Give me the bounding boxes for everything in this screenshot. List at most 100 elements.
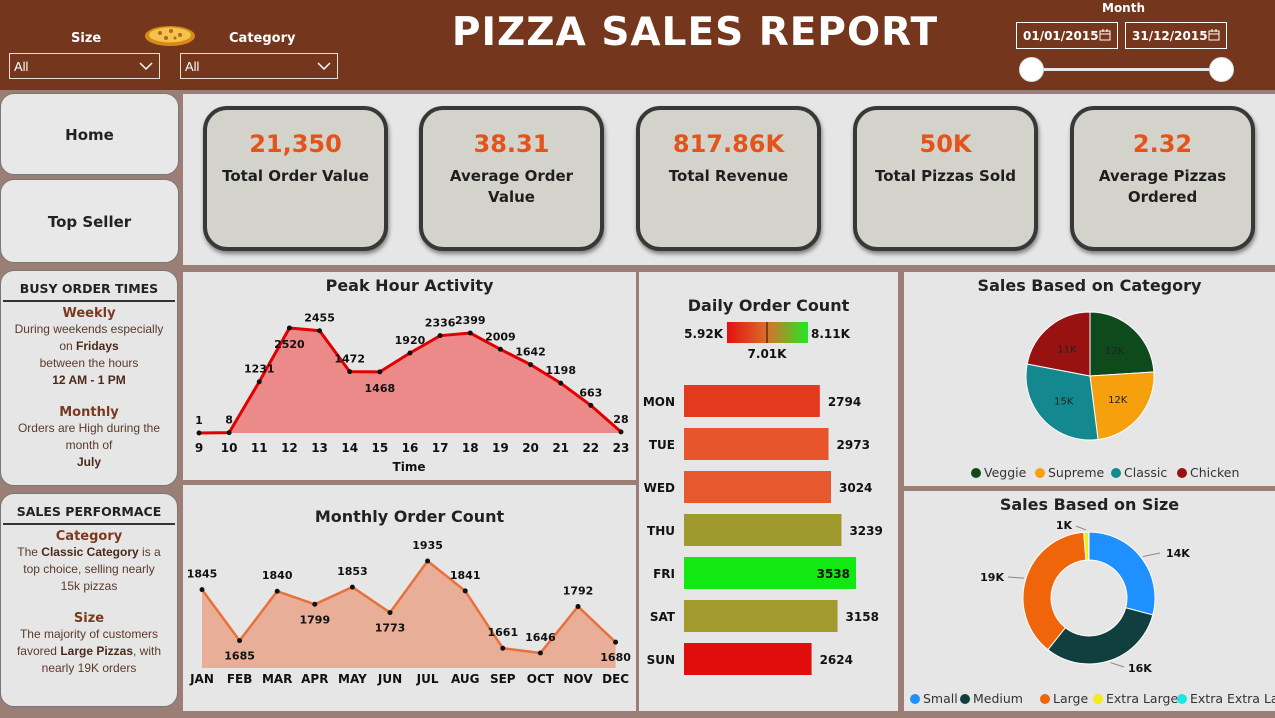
monthly-order-tick-label: JAN [189,672,214,686]
daily-order-bar [684,643,812,675]
peak-hour-point [347,369,353,375]
peak-hour-data-label: 1 [195,414,203,427]
peak-hour-data-label: 1642 [515,346,546,359]
monthly-order-data-label: 1799 [299,613,330,626]
monthly-order-panel: Monthly Order Count 1845 JAN 1685 FEB 1840 MA… [183,485,636,711]
peak-hour-point [256,379,262,385]
peak-hour-tick-label: 20 [522,441,539,455]
weekly-line-1: During weekends especially [14,322,164,336]
size-donut-value-label: 14K [1166,547,1190,560]
peak-hour-x-axis-label: Time [393,460,426,474]
category-pie-slice [1089,311,1155,377]
date-range-start-handle[interactable] [1019,57,1044,82]
category-pie-legend-marker [1035,468,1045,478]
size-donut-value-label: 16K [1128,662,1152,675]
monthly-order-tick-label: OCT [527,672,555,686]
category-dropdown[interactable]: All [180,53,338,79]
monthly-order-data-label: 1845 [187,568,218,581]
daily-order-day-label: THU [647,524,675,538]
peak-hour-point [497,346,503,352]
peak-hour-tick-label: 23 [613,441,630,455]
monthly-order-point [387,610,393,616]
peak-hour-point [317,328,323,334]
peak-hour-data-label: 2455 [304,312,335,325]
monthly-order-point [199,587,205,593]
kpi-label: Average Pizzas Ordered [1098,167,1227,206]
category-pie-legend-label: Supreme [1048,465,1105,480]
monthly-order-tick-label: AUG [451,672,480,686]
daily-order-bar [684,385,820,417]
home-button[interactable]: Home [0,93,179,175]
monthly-order-tick-label: SEP [490,672,516,686]
peak-hour-point [377,369,383,375]
end-date-input[interactable]: 31/12/2015 [1125,22,1227,49]
weekly-highlight-day: Fridays [76,339,119,353]
monthly-order-point [500,645,506,651]
category-filter-label: Category [229,31,296,46]
size-donut-legend-label: Medium [973,691,1023,706]
category-pie-legend-marker [971,468,981,478]
daily-order-day-label: SUN [647,653,675,667]
category-line-3: 15k pizzas [60,579,118,593]
size-donut-leader-line [1007,576,1024,579]
peak-hour-data-label: 2520 [274,338,305,351]
calendar-icon[interactable] [1099,29,1111,41]
kpi-card-average-pizzas-ordered: 2.32 Average Pizzas Ordered [1070,106,1255,251]
pizza-icon [145,26,195,46]
daily-order-value-label: 2794 [828,395,861,409]
start-date-input[interactable]: 01/01/2015 [1016,22,1118,49]
monthly-order-data-label: 1840 [262,569,293,582]
peak-hour-point [196,430,202,436]
monthly-order-point [462,588,468,594]
peak-hour-tick-label: 11 [251,441,268,455]
busy-order-times-heading: BUSY ORDER TIMES [3,271,175,302]
date-range-slider-track[interactable] [1031,68,1222,71]
daily-order-value-label: 2973 [837,438,870,452]
peak-hour-point [437,333,443,339]
start-date-value: 01/01/2015 [1023,29,1099,43]
chevron-down-icon [317,62,331,71]
peak-hour-tick-label: 21 [552,441,569,455]
monthly-order-tick-label: DEC [602,672,629,686]
peak-hour-point [558,380,564,386]
monthly-order-data-label: 1935 [412,539,443,552]
peak-hour-data-label: 8 [225,414,233,427]
daily-order-panel: Daily Order Count 5.92K 8.11K 7.01K MON 2794… [639,272,898,711]
date-range-end-handle[interactable] [1209,57,1234,82]
kpi-label: Total Revenue [668,167,789,185]
daily-color-scale-mid: 7.01K [748,347,788,361]
size-donut-legend-label: Large [1053,691,1088,706]
size-line-1: The majority of customers [19,627,159,641]
kpi-card-total-revenue: 817.86K Total Revenue [636,106,821,251]
monthly-order-point [575,604,581,610]
monthly-order-point [613,639,619,645]
calendar-icon[interactable] [1208,29,1220,41]
monthly-order-point [274,588,280,594]
top-seller-button[interactable]: Top Seller [0,179,179,263]
daily-order-bar [684,428,829,460]
peak-hour-data-label: 1472 [334,353,365,366]
size-dropdown-value: All [14,59,29,74]
monthly-order-data-label: 1661 [487,626,518,639]
peak-hour-point [588,402,594,408]
daily-order-chart: 5.92K 8.11K 7.01K MON 2794 TUE 2973 WED 3024 THU 3… [643,322,883,675]
category-pie-value-label: 12K [1108,395,1128,406]
category-sales-panel: Sales Based on Category 12K 12K 15K 11K Vegg… [904,272,1275,486]
daily-order-value-label: 2624 [820,653,853,667]
kpi-value: 2.32 [1132,130,1193,158]
kpi-card-average-order-value: 38.31 Average Order Value [419,106,604,251]
daily-order-bar [684,514,842,546]
peak-hour-chart: 1981012311125201224551314721414681519201… [195,312,630,474]
peak-hour-tick-label: 15 [371,441,388,455]
kpi-label: Total Order Value [222,167,369,185]
size-donut-slice [1022,531,1087,651]
busy-order-times-card: BUSY ORDER TIMES Weekly During weekends … [0,270,178,486]
category-pie-legend-label: Classic [1124,465,1167,480]
size-dropdown[interactable]: All [9,53,160,79]
peak-hour-tick-label: 9 [195,441,203,455]
peak-hour-point [618,429,624,435]
peak-hour-data-label: 28 [613,413,628,426]
daily-order-value-label: 3538 [817,567,850,581]
category-subheading: Category [55,529,123,544]
peak-hour-point [467,330,473,336]
